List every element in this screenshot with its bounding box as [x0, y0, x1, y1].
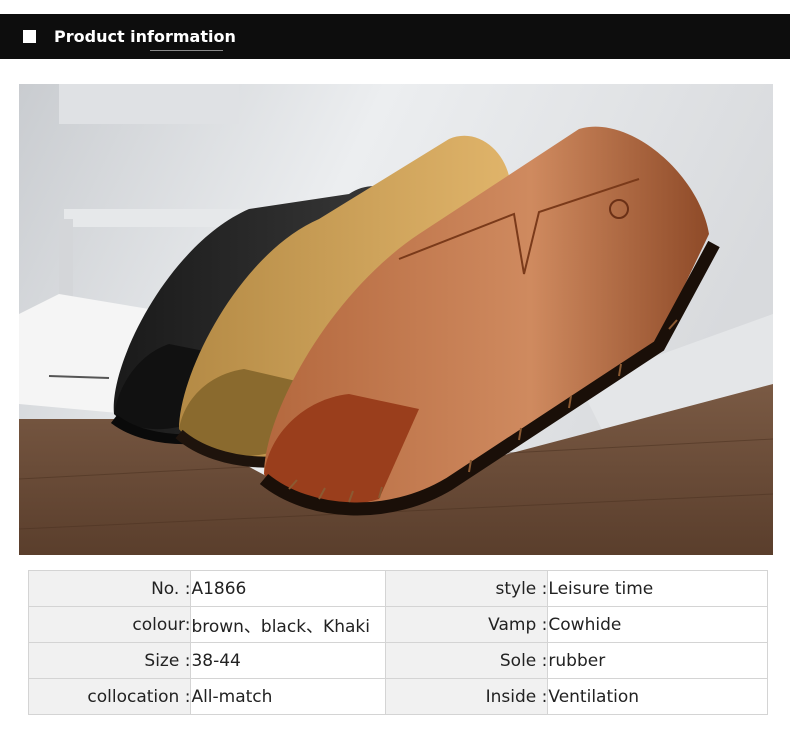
- spec-table: No. : A1866 style : Leisure time colour:…: [27, 570, 768, 715]
- spec-value: All-match: [190, 678, 386, 715]
- spec-label: style :: [384, 570, 549, 607]
- spec-value: Ventilation: [547, 678, 768, 715]
- table-row: collocation : All-match Inside : Ventila…: [27, 678, 768, 715]
- product-photo: [19, 84, 773, 555]
- section-header: Product information: [0, 14, 790, 59]
- square-bullet-icon: [23, 30, 36, 43]
- spec-label: Inside :: [384, 678, 549, 715]
- spec-value: Leisure time: [547, 570, 768, 607]
- spec-value: rubber: [547, 642, 768, 679]
- spec-label: colour:: [27, 606, 192, 643]
- spec-value: 38-44: [190, 642, 386, 679]
- table-row: Size : 38-44 Sole : rubber: [27, 642, 768, 679]
- title-underline: [150, 50, 223, 51]
- spec-value: brown、black、Khaki: [190, 606, 386, 643]
- spec-label: collocation :: [27, 678, 192, 715]
- spec-value: Cowhide: [547, 606, 768, 643]
- spec-value: A1866: [190, 570, 386, 607]
- section-title: Product information: [54, 27, 236, 46]
- spec-label: No. :: [27, 570, 192, 607]
- spec-label: Sole :: [384, 642, 549, 679]
- table-row: colour: brown、black、Khaki Vamp : Cowhide: [27, 606, 768, 643]
- spec-label: Size :: [27, 642, 192, 679]
- spec-label: Vamp :: [384, 606, 549, 643]
- table-row: No. : A1866 style : Leisure time: [27, 570, 768, 607]
